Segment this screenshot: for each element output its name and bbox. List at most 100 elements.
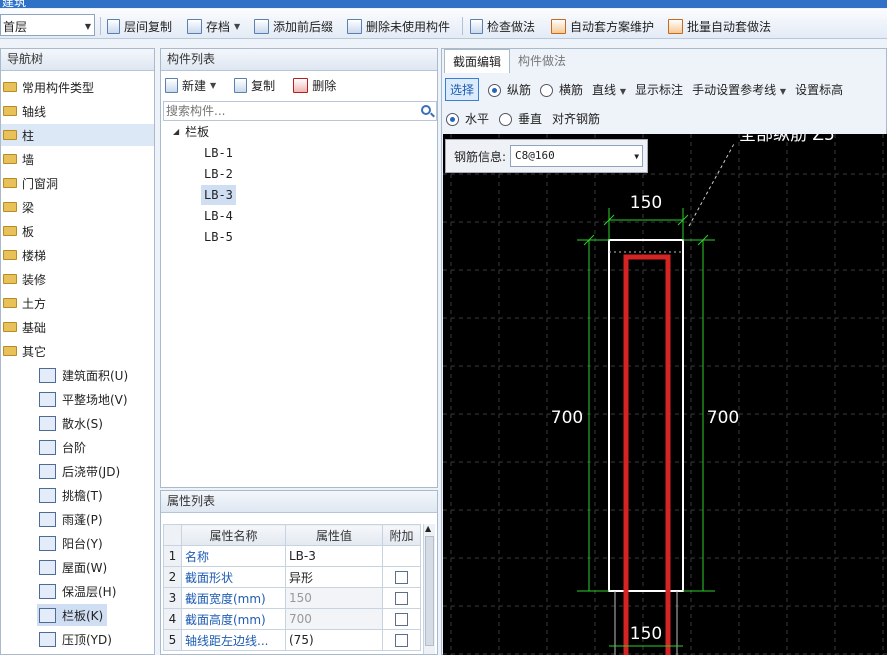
- nav-item-door-window[interactable]: 门窗洞: [1, 172, 154, 194]
- radio-checked-icon: [446, 112, 459, 126]
- scroll-thumb[interactable]: [425, 536, 434, 646]
- radio-checked-icon: [488, 83, 502, 97]
- nav-subitem-coping[interactable]: 压顶(YD): [37, 628, 116, 650]
- rebar-info-input[interactable]: C8@160 ▼: [510, 145, 644, 167]
- nav-item-common-types[interactable]: 常用构件类型: [1, 76, 154, 98]
- property-list-title: 属性列表: [161, 491, 437, 513]
- nav-subitem-level-site[interactable]: 平整场地(V): [37, 388, 132, 410]
- nav-item-earthwork[interactable]: 土方: [1, 292, 154, 314]
- folder-icon: [3, 178, 17, 188]
- copy-floor-icon: [107, 18, 120, 34]
- nav-subitem-insulation[interactable]: 保温层(H): [37, 580, 120, 602]
- property-value[interactable]: 150: [285, 587, 383, 609]
- add-prefix-suffix-button[interactable]: 添加前后缀: [254, 16, 333, 36]
- extra-checkbox[interactable]: [395, 613, 408, 626]
- scroll-up-icon[interactable]: ▲: [425, 524, 431, 533]
- property-row[interactable]: 1 名称 LB-3: [163, 545, 421, 567]
- nav-subitem-railing[interactable]: 栏板(K): [37, 604, 108, 626]
- window-title: 建筑: [2, 0, 27, 8]
- section-canvas[interactable]: 150 700 700 150 全部纵筋 Z5 钢筋信息: C8@160 ▼: [443, 134, 887, 655]
- property-list-panel: 属性列表 属性名称 属性值 附加 1 名称 LB-3 2 截面形状 异形 3 截面宽度(mm)…: [160, 490, 438, 655]
- auto-scheme-button[interactable]: 自动套方案维护: [551, 16, 654, 36]
- roof-icon: [39, 559, 56, 575]
- chevron-down-icon: ▼: [210, 81, 217, 90]
- component-search: [163, 101, 437, 121]
- new-component-button[interactable]: 新建 ▼: [165, 77, 216, 94]
- line-dropdown[interactable]: 直线 ▼: [592, 81, 626, 98]
- nav-subitem-post-pour[interactable]: 后浇带(JD): [37, 460, 124, 482]
- component-search-input[interactable]: [164, 102, 404, 120]
- component-item[interactable]: LB-1: [201, 143, 236, 163]
- nav-item-stair[interactable]: 楼梯: [1, 244, 154, 266]
- nav-item-column[interactable]: 柱: [1, 124, 154, 146]
- batch-auto-button[interactable]: 批量自动套做法: [668, 16, 771, 36]
- delete-unused-button[interactable]: 删除未使用构件: [347, 16, 450, 36]
- apron-icon: [39, 415, 56, 431]
- nav-item-foundation[interactable]: 基础: [1, 316, 154, 338]
- nav-subitem-balcony[interactable]: 阳台(Y): [37, 532, 107, 554]
- property-scrollbar[interactable]: ▲: [423, 524, 435, 654]
- horizontal-radio[interactable]: 水平: [446, 110, 489, 127]
- component-item[interactable]: LB-5: [201, 227, 236, 247]
- property-name: 轴线距左边线...: [181, 629, 286, 651]
- railing-icon: [39, 607, 56, 623]
- chevron-down-icon[interactable]: ▼: [634, 152, 639, 161]
- show-label-button[interactable]: 显示标注: [635, 81, 683, 98]
- property-row[interactable]: 2 截面形状 异形: [163, 566, 421, 588]
- nav-subitem-step[interactable]: 台阶: [37, 436, 90, 458]
- nav-item-wall[interactable]: 墙: [1, 148, 154, 170]
- long-bar-radio[interactable]: 纵筋: [488, 81, 531, 98]
- property-row[interactable]: 3 截面宽度(mm) 150: [163, 587, 421, 609]
- stirrup-radio[interactable]: 横筋: [540, 81, 583, 98]
- floor-copy-button[interactable]: 层间复制: [107, 16, 172, 36]
- nav-subitem-cornice[interactable]: 挑檐(T): [37, 484, 107, 506]
- tree-root-railing[interactable]: ◢ 栏板: [173, 123, 209, 140]
- nav-subitem-apron[interactable]: 散水(S): [37, 412, 107, 434]
- vertical-radio[interactable]: 垂直: [499, 110, 542, 127]
- folder-icon: [3, 274, 17, 284]
- section-drawing[interactable]: 150 700 700 150 全部纵筋 Z5: [443, 134, 887, 655]
- component-item[interactable]: LB-2: [201, 164, 236, 184]
- nav-item-decoration[interactable]: 装修: [1, 268, 154, 290]
- copy-component-button[interactable]: 复制: [234, 77, 275, 94]
- extra-checkbox[interactable]: [395, 634, 408, 647]
- collapse-triangle-icon[interactable]: ◢: [173, 127, 179, 136]
- check-method-button[interactable]: 检查做法: [470, 16, 535, 36]
- property-value[interactable]: 700: [285, 608, 383, 630]
- property-value[interactable]: 异形: [285, 566, 383, 588]
- radio-unchecked-icon: [540, 83, 554, 97]
- select-button[interactable]: 选择: [445, 77, 480, 101]
- search-icon[interactable]: [421, 105, 431, 115]
- chevron-down-icon: ▼: [779, 86, 787, 96]
- property-value[interactable]: LB-3: [285, 545, 383, 567]
- component-item[interactable]: LB-4: [201, 206, 236, 226]
- tab-section-edit[interactable]: 截面编辑: [444, 49, 511, 73]
- archive-button[interactable]: 存档 ▼: [187, 16, 240, 36]
- component-item[interactable]: LB-3: [201, 185, 236, 205]
- manual-reference-dropdown[interactable]: 手动设置参考线 ▼: [692, 81, 786, 98]
- extra-checkbox[interactable]: [395, 592, 408, 605]
- nav-item-beam[interactable]: 梁: [1, 196, 154, 218]
- property-value[interactable]: (75): [285, 629, 383, 651]
- folder-icon: [3, 154, 17, 164]
- editor-toolbar-row2: 水平 垂直 对齐钢筋: [442, 105, 887, 131]
- property-row[interactable]: 5 轴线距左边线... (75): [163, 629, 421, 651]
- tab-component-method[interactable]: 构件做法: [510, 49, 574, 73]
- set-elevation-button[interactable]: 设置标高: [795, 81, 843, 98]
- nav-subitem-area[interactable]: 建筑面积(U): [37, 364, 132, 386]
- dim-label-top: 150: [630, 193, 662, 213]
- nav-item-axis[interactable]: 轴线: [1, 100, 154, 122]
- align-rebar-button[interactable]: 对齐钢筋: [552, 110, 600, 127]
- nav-item-other[interactable]: 其它: [1, 340, 154, 362]
- nav-subitem-roof[interactable]: 屋面(W): [37, 556, 111, 578]
- delete-icon: [293, 78, 309, 93]
- nav-item-slab[interactable]: 板: [1, 220, 154, 242]
- delete-unused-icon: [347, 18, 362, 34]
- delete-component-button[interactable]: 删除: [293, 77, 336, 94]
- floor-select[interactable]: 首层 ▼: [0, 14, 95, 36]
- nav-subitem-canopy[interactable]: 雨蓬(P): [37, 508, 107, 530]
- folder-icon: [3, 298, 17, 308]
- dim-label-bottom: 150: [630, 624, 662, 644]
- extra-checkbox[interactable]: [395, 571, 408, 584]
- property-row[interactable]: 4 截面高度(mm) 700: [163, 608, 421, 630]
